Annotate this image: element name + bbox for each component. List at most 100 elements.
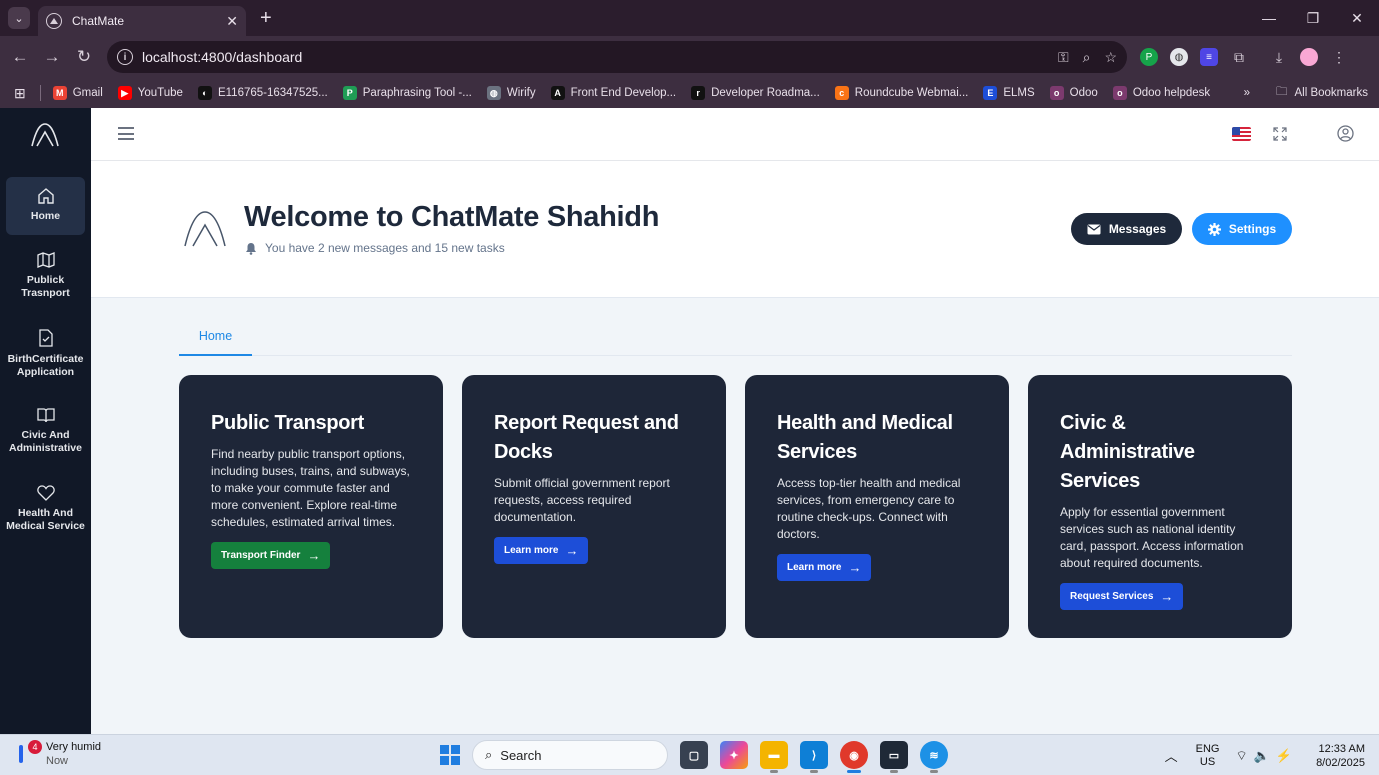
bookmark-star-icon[interactable]: ☆ [1104,49,1117,66]
fullscreen-icon[interactable] [1273,127,1287,141]
copilot-icon[interactable]: ✦ [720,741,748,769]
learn-more-button[interactable]: Learn more → [494,537,589,564]
home-icon [37,188,54,204]
bookmark-item[interactable]: o Odoo helpdesk [1112,86,1210,100]
apps-grid-icon[interactable]: ⊞ [14,85,26,102]
card-title: Public Transport [211,412,365,434]
request-services-button[interactable]: Request Services → [1060,583,1184,610]
windows-taskbar: 4 Very humid Now ⌕ Search ▢ ✦ ▬ ⟩ ◉ ▭ ≋ ︿… [0,734,1379,775]
taskbar-search[interactable]: ⌕ Search [472,740,668,770]
extension-green-icon[interactable]: P [1140,48,1158,66]
task-view-icon[interactable]: ▢ [680,741,708,769]
browser-tab[interactable]: ChatMate ✕ [38,6,246,36]
messages-label: Messages [1108,222,1167,236]
bookmark-label: Front End Develop... [570,87,677,99]
arrow-right-icon: → [307,548,321,563]
system-clock[interactable]: 12:33 AM 8/02/2025 [1316,742,1365,770]
sidebar-item-civic-administrative[interactable]: Civic And Administrative [6,407,85,459]
omnibox[interactable]: i localhost:4800/dashboard ⚿ ⌕ ☆ [107,41,1127,73]
bookmark-item[interactable]: ▶ YouTube [117,86,183,100]
download-icon[interactable]: ⤓ [1270,48,1288,66]
menu-toggle-icon[interactable] [118,127,134,140]
card-description: Find nearby public transport options, in… [211,447,410,529]
tab-title: ChatMate [72,14,125,28]
extensions-puzzle-icon[interactable]: ⧉ [1230,48,1248,66]
bookmark-item[interactable]: c Roundcube Webmai... [834,86,969,100]
windows-start-icon[interactable] [440,745,460,765]
bookmark-item[interactable]: ◍ Wirify [486,86,536,100]
tab-search-button[interactable]: ⌄ [8,7,30,29]
bookmark-item[interactable]: o Odoo [1049,86,1098,100]
weather-subtext: Now [46,755,69,767]
show-hidden-icons-icon[interactable]: ︿ [1165,746,1178,765]
back-icon[interactable]: ← [4,47,36,67]
all-bookmarks-link[interactable]: All Bookmarks [1295,87,1369,99]
folder-icon: 🗀 [1276,85,1288,98]
site-info-icon[interactable]: i [117,49,133,65]
card-health-medical: Health and Medical Services Access top-t… [745,375,1009,638]
bookmark-label: Gmail [72,87,103,99]
card-title: Health and Medical Services [777,412,953,463]
tab-home[interactable]: Home [179,316,252,356]
bookmark-favicon-icon: c [834,86,849,100]
minimize-icon[interactable]: — [1247,10,1291,26]
docker-icon[interactable]: ≋ [920,741,948,773]
bookmark-favicon-icon: P [342,86,357,100]
extension-globe-icon[interactable]: ◍ [1170,48,1188,66]
close-tab-icon[interactable]: ✕ [226,13,238,30]
system-tray-icons[interactable]: ⌔🔈⚡ [1235,748,1298,764]
chrome-icon[interactable]: ◉ [840,741,868,773]
more-bookmarks-button[interactable]: » [1244,87,1250,99]
bookmark-favicon-icon: M [52,86,67,100]
bookmark-item[interactable]: ◐ E116765-16347525... [197,86,328,100]
extension-purple-icon[interactable]: ≡ [1200,48,1218,66]
sidebar-item-health-medical[interactable]: Health And Medical Service [6,485,85,551]
notification-summary: You have 2 new messages and 15 new tasks [245,241,505,255]
password-key-icon[interactable]: ⚿ [1058,49,1069,66]
zoom-icon[interactable]: ⌕ [1083,49,1091,66]
bookmark-item[interactable]: M Gmail [52,86,103,100]
terminal-icon[interactable]: ▭ [880,741,908,773]
sidebar-item-public-transport[interactable]: Publick Trasnport [6,252,85,304]
sidebar-item-home[interactable]: Home [6,177,85,235]
bookmark-item[interactable]: E ELMS [983,86,1035,100]
settings-label: Settings [1228,222,1277,236]
us-flag-language-icon[interactable] [1232,127,1251,141]
bell-icon [246,242,256,255]
bookmark-favicon-icon: A [550,86,565,100]
bookmark-item[interactable]: r Developer Roadma... [691,86,820,100]
file-explorer-icon[interactable]: ▬ [760,741,788,773]
welcome-section: Welcome to ChatMate Shahidh You have 2 n… [91,161,1379,298]
bookmark-favicon-icon: ▶ [117,86,132,100]
card-description: Submit official government report reques… [494,476,670,524]
transport-finder-button[interactable]: Transport Finder → [211,542,331,569]
bookmark-label: Paraphrasing Tool -... [362,87,472,99]
bookmark-favicon-icon: ◐ [197,86,212,100]
keyboard-region: US [1199,755,1216,768]
clock-time: 12:33 AM [1318,742,1365,755]
settings-button[interactable]: Settings [1192,213,1292,245]
messages-button[interactable]: Messages [1071,213,1182,245]
restore-icon[interactable]: ❐ [1291,10,1335,27]
bookmark-favicon-icon: o [1112,86,1127,100]
browser-menu-icon[interactable]: ⋮ [1330,48,1348,66]
bookmark-favicon-icon: E [983,86,998,100]
close-window-icon[interactable]: ✕ [1335,10,1379,27]
reload-icon[interactable]: ↻ [68,47,100,67]
vscode-icon[interactable]: ⟩ [800,741,828,773]
bookmark-item[interactable]: A Front End Develop... [550,86,677,100]
profile-avatar-icon[interactable] [1300,48,1318,66]
sidebar-item-label: Home [30,210,61,222]
weather-widget[interactable]: 4 Very humid Now [14,740,101,768]
language-indicator[interactable]: ENG US [1196,743,1220,769]
sidebar-item-birth-certificate[interactable]: BirthCertificate Application [6,329,85,381]
user-profile-icon[interactable] [1337,125,1354,142]
learn-more-button[interactable]: Learn more → [777,554,872,581]
card-title: Civic & Administrative Services [1060,412,1195,492]
card-description: Apply for essential government services … [1060,505,1244,570]
forward-icon[interactable]: → [36,47,68,67]
new-tab-button[interactable]: + [260,7,272,30]
file-check-icon [38,329,53,347]
bookmark-label: Roundcube Webmai... [854,87,969,99]
bookmark-item[interactable]: P Paraphrasing Tool -... [342,86,472,100]
